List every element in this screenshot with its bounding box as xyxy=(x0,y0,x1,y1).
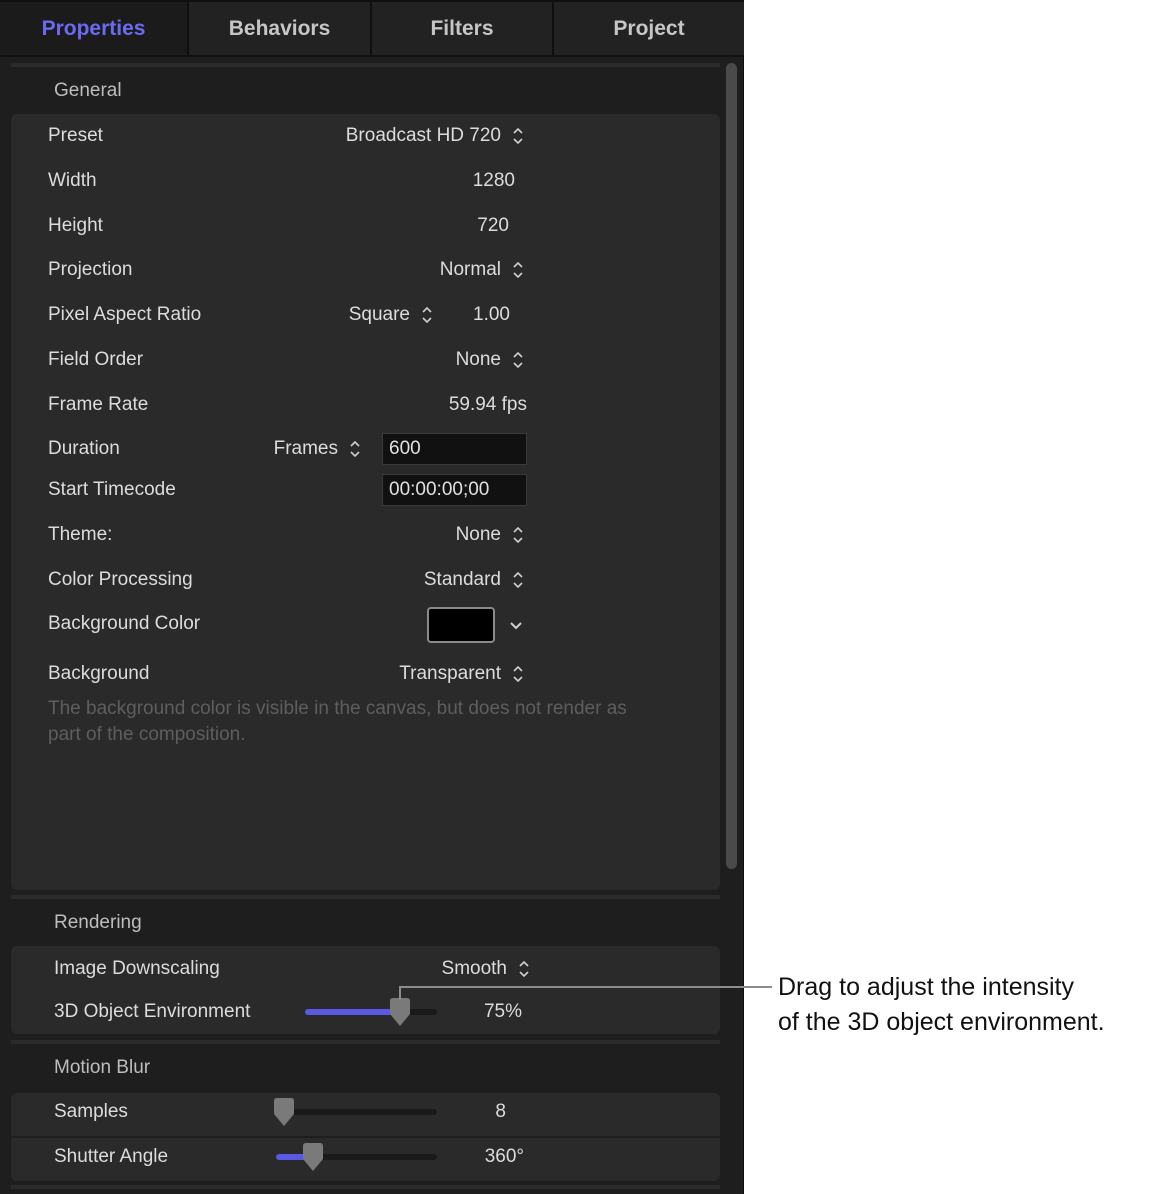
up-down-chevron-icon xyxy=(512,664,524,684)
duration-unit-popup[interactable]: Frames xyxy=(274,438,361,460)
height-value[interactable]: 720 xyxy=(477,215,509,237)
frame-rate-value: 59.94 fps xyxy=(448,394,527,415)
slider-thumb[interactable] xyxy=(388,997,412,1027)
field-order-value: None xyxy=(455,349,501,370)
duration-label: Duration xyxy=(48,438,120,459)
object-environment-slider[interactable] xyxy=(305,998,437,1026)
up-down-chevron-icon xyxy=(512,525,524,545)
vertical-scrollbar[interactable] xyxy=(722,57,742,1194)
up-down-chevron-icon xyxy=(512,570,524,590)
slider-fill xyxy=(305,1009,400,1015)
slider-thumb[interactable] xyxy=(272,1097,296,1127)
rendering-group: Image Downscaling Smooth 3D Object Envir… xyxy=(11,946,720,1034)
row-divider xyxy=(11,1136,720,1138)
start-timecode-field[interactable]: 00:00:00;00 xyxy=(382,474,527,506)
background-help-text: The background color is visible in the c… xyxy=(48,698,627,745)
color-processing-label: Color Processing xyxy=(48,569,193,590)
callout-text: Drag to adjust the intensity of the 3D o… xyxy=(778,970,1105,1040)
tab-behaviors[interactable]: Behaviors xyxy=(187,0,370,55)
image-downscaling-value: Smooth xyxy=(441,958,507,979)
callout-leader-line xyxy=(400,986,772,988)
background-popup[interactable]: Transparent xyxy=(399,663,524,685)
field-order-popup[interactable]: None xyxy=(456,349,524,371)
color-processing-popup[interactable]: Standard xyxy=(424,569,524,591)
background-color-swatch[interactable] xyxy=(427,607,495,643)
samples-slider[interactable] xyxy=(274,1098,437,1126)
color-processing-value: Standard xyxy=(423,569,501,590)
chevron-down-icon[interactable] xyxy=(509,618,523,636)
section-title-rendering: Rendering xyxy=(54,912,142,933)
up-down-chevron-icon xyxy=(421,305,433,325)
up-down-chevron-icon xyxy=(518,959,530,979)
frame-rate-label: Frame Rate xyxy=(48,394,149,415)
pixel-aspect-value[interactable]: 1.00 xyxy=(473,304,510,326)
tab-filters[interactable]: Filters xyxy=(370,0,552,55)
up-down-chevron-icon xyxy=(349,439,361,459)
background-color-label: Background Color xyxy=(48,613,201,634)
up-down-chevron-icon xyxy=(512,260,524,280)
shutter-angle-label: Shutter Angle xyxy=(54,1146,169,1167)
tab-properties[interactable]: Properties xyxy=(0,0,187,55)
callout-line-2: of the 3D object environment. xyxy=(778,1008,1105,1036)
theme-label: Theme: xyxy=(48,524,113,545)
theme-popup[interactable]: None xyxy=(456,524,524,546)
image-downscaling-popup[interactable]: Smooth xyxy=(442,958,530,980)
samples-value[interactable]: 8 xyxy=(495,1101,506,1123)
general-group: Preset Broadcast HD 720 Width 1280 Heigh… xyxy=(11,114,720,890)
section-title-general: General xyxy=(54,80,122,101)
background-label: Background xyxy=(48,663,150,684)
background-value: Transparent xyxy=(399,663,501,684)
width-value[interactable]: 1280 xyxy=(473,170,515,192)
shutter-angle-value[interactable]: 360° xyxy=(485,1146,524,1168)
inspector-scroll-area: General Preset Broadcast HD 720 Width 12… xyxy=(0,57,744,1194)
object-environment-value[interactable]: 75% xyxy=(484,1001,522,1023)
shutter-angle-slider[interactable] xyxy=(276,1143,437,1171)
scrollbar-thumb[interactable] xyxy=(726,63,737,869)
pixel-aspect-popup[interactable]: Square xyxy=(349,304,433,326)
inspector-panel: Properties Behaviors Filters Project Gen… xyxy=(0,0,744,1194)
divider xyxy=(11,63,720,67)
projection-value: Normal xyxy=(439,259,501,280)
projection-label: Projection xyxy=(48,259,133,280)
duration-unit-value: Frames xyxy=(273,438,338,459)
height-label: Height xyxy=(48,215,103,236)
section-title-motion-blur: Motion Blur xyxy=(54,1057,151,1078)
start-timecode-label: Start Timecode xyxy=(48,479,176,500)
pixel-aspect-ratio-label: Pixel Aspect Ratio xyxy=(48,304,202,325)
callout-line-1: Drag to adjust the intensity xyxy=(778,973,1074,1001)
width-label: Width xyxy=(48,170,97,191)
samples-label: Samples xyxy=(54,1101,128,1122)
divider xyxy=(11,1040,720,1044)
pixel-aspect-popup-value: Square xyxy=(348,304,410,325)
field-order-label: Field Order xyxy=(48,349,144,370)
motion-blur-group: Samples 8 Shutter Angle 360° xyxy=(11,1093,720,1181)
up-down-chevron-icon xyxy=(512,350,524,370)
duration-field[interactable]: 600 xyxy=(382,433,527,465)
tab-bar: Properties Behaviors Filters Project xyxy=(0,0,744,57)
tab-project[interactable]: Project xyxy=(552,0,744,55)
slider-thumb[interactable] xyxy=(301,1142,325,1172)
row-background: Background Transparent xyxy=(11,114,720,684)
callout-leader-line xyxy=(399,986,401,1000)
theme-value: None xyxy=(455,524,501,545)
projection-popup[interactable]: Normal xyxy=(440,259,524,281)
divider xyxy=(11,895,720,899)
object-environment-label: 3D Object Environment xyxy=(54,1001,251,1022)
image-downscaling-label: Image Downscaling xyxy=(54,958,220,979)
divider xyxy=(11,1185,720,1189)
